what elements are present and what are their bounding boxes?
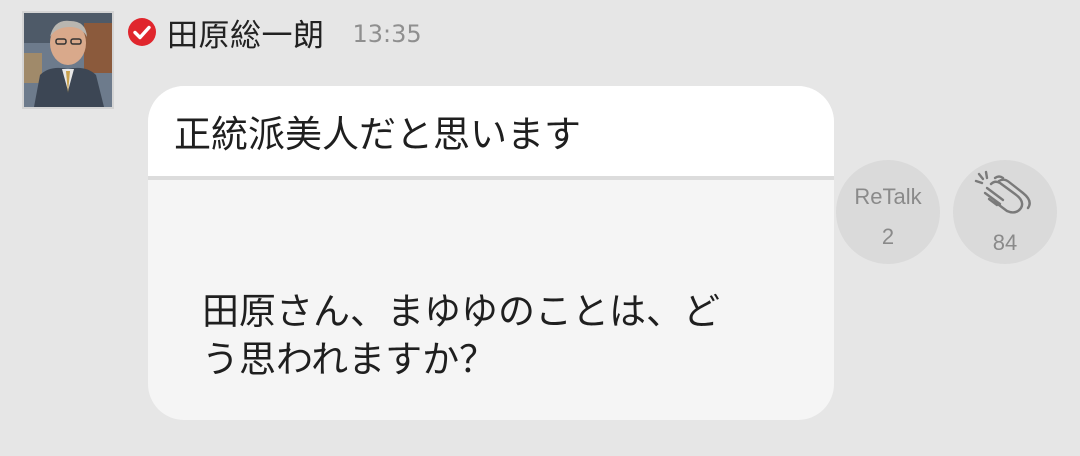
- user-avatar[interactable]: [22, 11, 114, 109]
- verified-check-icon: [128, 18, 156, 46]
- retalk-label: ReTalk: [854, 184, 922, 209]
- post-time: 13:35: [352, 20, 422, 48]
- post-header: 田原総一朗 13:35: [127, 10, 422, 54]
- clap-button[interactable]: 84: [953, 160, 1057, 264]
- clapping-hands-icon: [974, 170, 1031, 214]
- message-text: 正統派美人だと思います: [148, 86, 834, 176]
- retalk-count: 2: [881, 224, 895, 249]
- quoted-question: 田原さん、まゆゆのことは、ど う思われますか？: [202, 290, 720, 381]
- retalk-button[interactable]: ReTalk 2: [836, 160, 940, 264]
- clap-count: 84: [992, 230, 1018, 255]
- username[interactable]: 田原総一朗: [167, 10, 325, 55]
- avatar-photo: [24, 13, 112, 107]
- message-bubble[interactable]: 正統派美人だと思います 田原さん、まゆゆのことは、ど う思われますか？: [148, 86, 834, 420]
